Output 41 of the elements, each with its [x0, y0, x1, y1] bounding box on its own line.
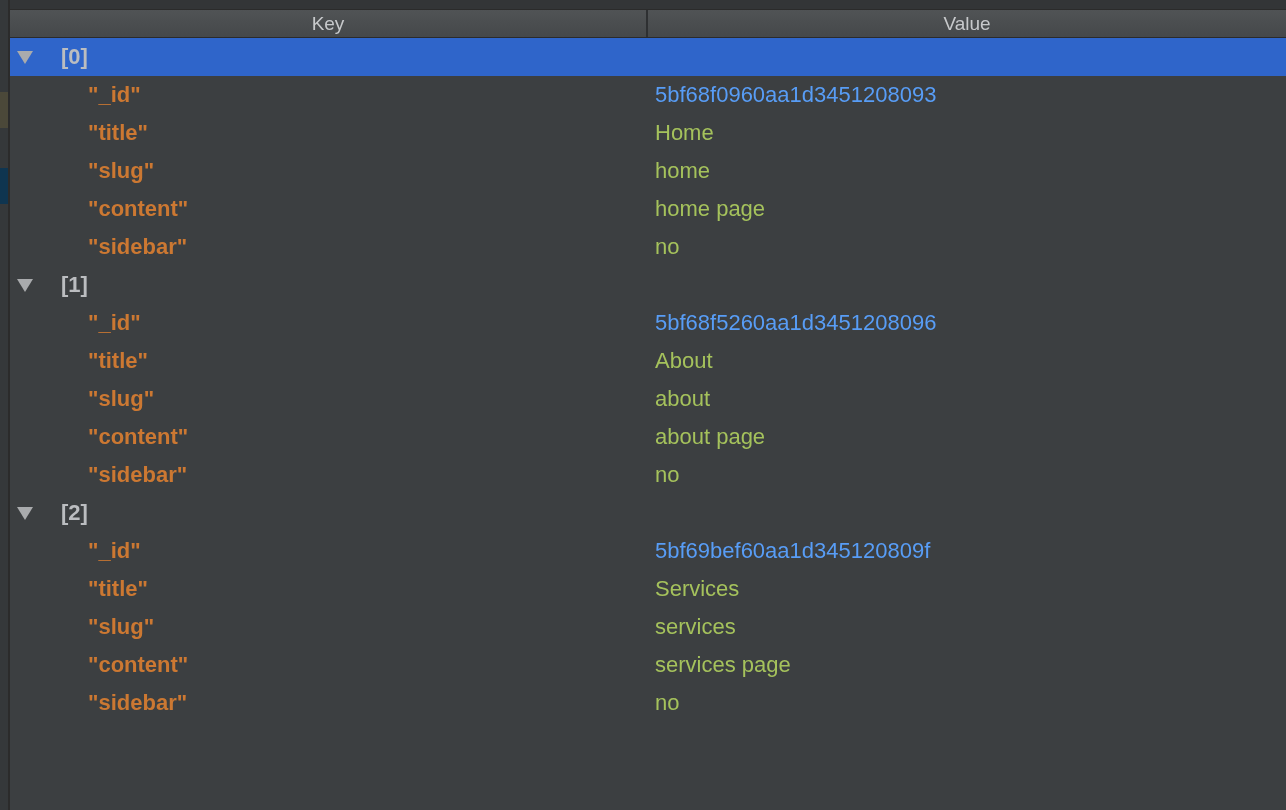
tree-row[interactable]: [1]	[10, 266, 1286, 304]
field-value: home page	[655, 196, 766, 221]
field-key: "_id"	[88, 538, 141, 563]
array-index: [0]	[61, 44, 88, 70]
column-header[interactable]: Value	[648, 10, 1286, 37]
field-value: no	[655, 234, 680, 259]
field-key: "_id"	[88, 310, 141, 335]
field-value: 5bf68f0960aa1d3451208093	[655, 82, 937, 107]
tree-row[interactable]: [0]	[10, 38, 1286, 76]
array-index: [2]	[61, 500, 88, 526]
field-value: no	[655, 462, 680, 487]
field-key: "_id"	[88, 82, 141, 107]
field-value: about page	[655, 424, 766, 449]
field-value: Services	[655, 576, 740, 601]
panel-marker	[0, 168, 8, 204]
field-key: "title"	[88, 348, 148, 373]
panel-marker	[0, 92, 8, 128]
tree-row[interactable]: [2]	[10, 494, 1286, 532]
field-key: "sidebar"	[88, 690, 188, 715]
field-value: no	[655, 690, 680, 715]
field-key: "content"	[88, 652, 189, 677]
field-key: "content"	[88, 424, 189, 449]
field-value: 5bf68f5260aa1d3451208096	[655, 310, 937, 335]
field-key: "sidebar"	[88, 234, 188, 259]
field-value: 5bf69bef60aa1d345120809f	[655, 538, 931, 563]
field-key: "title"	[88, 120, 148, 145]
expand-triangle-icon[interactable]	[17, 277, 33, 293]
field-value: services page	[655, 652, 791, 677]
field-value: About	[655, 348, 713, 373]
field-key: "slug"	[88, 158, 155, 183]
field-key: "slug"	[88, 386, 155, 411]
field-key: "title"	[88, 576, 148, 601]
field-key: "content"	[88, 196, 189, 221]
field-key: "sidebar"	[88, 462, 188, 487]
field-value: about	[655, 386, 711, 411]
array-index: [1]	[61, 272, 88, 298]
field-value: Home	[655, 120, 714, 145]
field-value: services	[655, 614, 736, 639]
field-key: "slug"	[88, 614, 155, 639]
field-value: home	[655, 158, 711, 183]
expand-triangle-icon[interactable]	[17, 505, 33, 521]
